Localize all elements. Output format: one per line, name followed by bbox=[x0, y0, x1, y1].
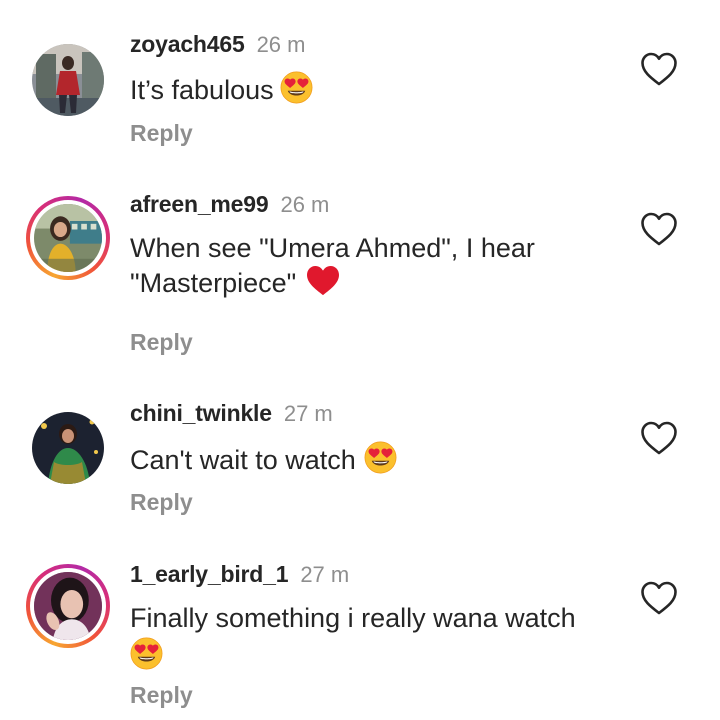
heart-eyes-emoji-icon bbox=[364, 441, 397, 474]
timestamp: 26 m bbox=[256, 32, 306, 57]
timestamp: 27 m bbox=[283, 401, 333, 426]
comment-text: Can't wait to watch bbox=[130, 441, 630, 477]
comment-meta: afreen_me99 26 m bbox=[130, 191, 329, 218]
avatar-image bbox=[34, 572, 102, 640]
reply-button[interactable]: Reply bbox=[130, 489, 193, 516]
comment-meta: 1_early_bird_1 27 m bbox=[130, 561, 349, 588]
timestamp: 26 m bbox=[280, 192, 330, 217]
heart-outline-icon[interactable] bbox=[640, 51, 678, 87]
story-ring bbox=[30, 200, 106, 276]
comment-text: When see "Umera Ahmed", I hear "Masterpi… bbox=[130, 231, 630, 300]
story-ring bbox=[30, 568, 106, 644]
comment-text-line-2: "Masterpiece" bbox=[130, 268, 297, 298]
comment-text: Finally something i really wana watch bbox=[130, 601, 630, 670]
comment-text-content: It’s fabulous bbox=[130, 75, 274, 105]
comment-text: It’s fabulous bbox=[130, 71, 630, 107]
avatar-image bbox=[34, 204, 102, 272]
avatar[interactable] bbox=[26, 196, 110, 280]
comment-meta: zoyach465 26 m bbox=[130, 31, 305, 58]
heart-outline-icon[interactable] bbox=[640, 420, 678, 456]
heart-eyes-emoji-icon bbox=[130, 637, 163, 670]
username[interactable]: 1_early_bird_1 bbox=[130, 561, 289, 588]
reply-button[interactable]: Reply bbox=[130, 120, 193, 147]
comment-meta: chini_twinkle 27 m bbox=[130, 400, 333, 427]
comment-text-content: Can't wait to watch bbox=[130, 445, 356, 475]
username[interactable]: zoyach465 bbox=[130, 31, 245, 58]
red-heart-emoji-icon bbox=[306, 265, 340, 297]
avatar-image bbox=[32, 44, 104, 116]
avatar[interactable] bbox=[26, 564, 110, 648]
comment-text-line-1: When see "Umera Ahmed", I hear bbox=[130, 233, 535, 263]
avatar-image bbox=[32, 412, 104, 484]
heart-outline-icon[interactable] bbox=[640, 580, 678, 616]
heart-outline-icon[interactable] bbox=[640, 211, 678, 247]
reply-button[interactable]: Reply bbox=[130, 682, 193, 709]
username[interactable]: afreen_me99 bbox=[130, 191, 269, 218]
avatar[interactable] bbox=[30, 410, 106, 486]
username[interactable]: chini_twinkle bbox=[130, 400, 272, 427]
timestamp: 27 m bbox=[300, 562, 350, 587]
avatar[interactable] bbox=[30, 42, 106, 118]
heart-eyes-emoji-icon bbox=[280, 71, 313, 104]
comment-text-content: Finally something i really wana watch bbox=[130, 603, 576, 633]
reply-button[interactable]: Reply bbox=[130, 329, 193, 356]
